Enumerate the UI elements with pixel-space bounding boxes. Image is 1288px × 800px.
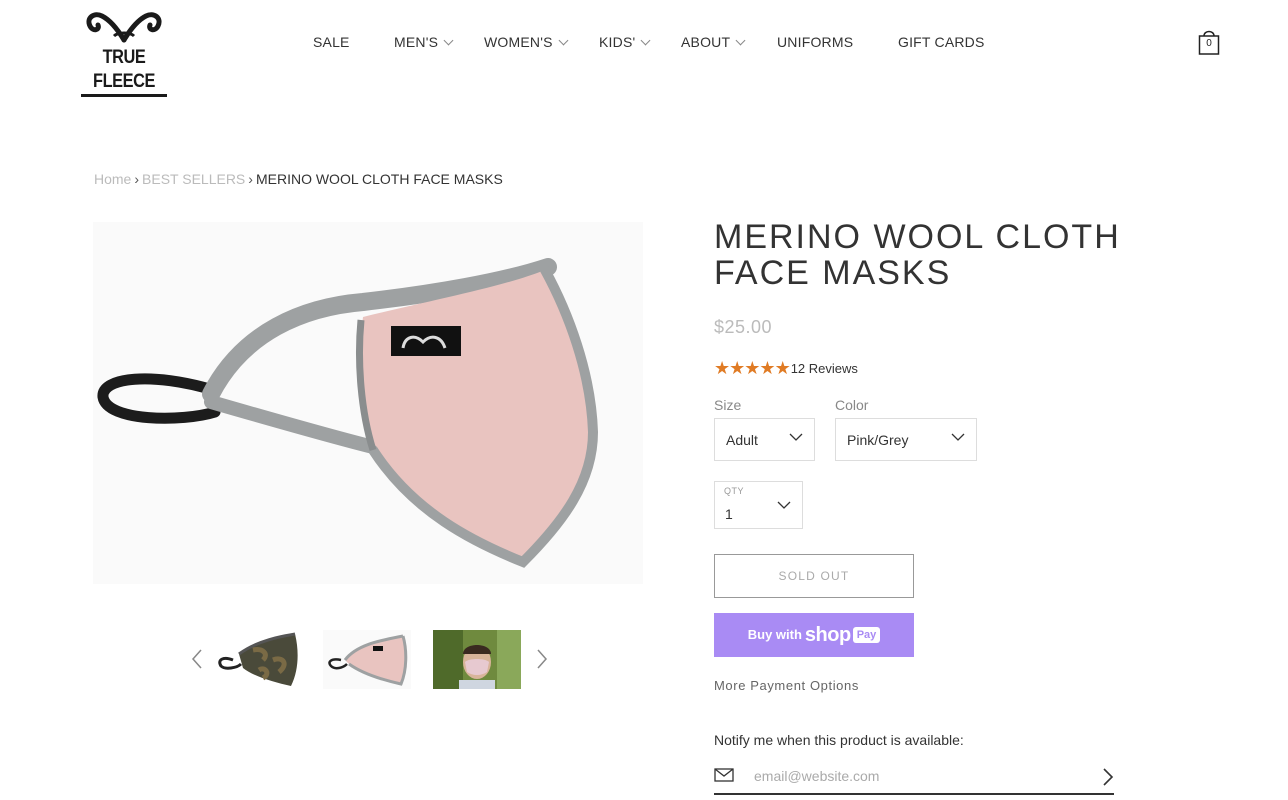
nav-item-gift-cards[interactable]: GIFT CARDS — [898, 31, 985, 53]
cart-count: 0 — [1206, 38, 1212, 49]
cart-button[interactable]: 0 — [1198, 28, 1220, 56]
star-icon: ★ — [759, 358, 775, 378]
shop-pay-button[interactable]: Buy with shop Pay — [714, 613, 914, 657]
nav-item-label: GIFT CARDS — [898, 34, 985, 50]
nav-item-label: ABOUT — [681, 34, 731, 50]
chevron-down-icon — [777, 501, 791, 509]
ram-horns-icon — [86, 12, 162, 43]
product-rating[interactable]: ★★★★★ 12 Reviews — [714, 358, 858, 379]
breadcrumb-home[interactable]: Home — [94, 171, 131, 187]
nav-item-about[interactable]: ABOUT — [681, 31, 746, 53]
review-count[interactable]: 12 Reviews — [791, 361, 858, 376]
nav-item-label: MEN'S — [394, 34, 439, 50]
color-select[interactable]: Pink/Grey — [835, 418, 977, 461]
star-rating: ★★★★★ — [714, 358, 791, 379]
person-mask-thumbnail — [433, 630, 521, 689]
nav-item-sale[interactable]: SALE — [313, 31, 350, 53]
chevron-left-icon[interactable] — [190, 648, 204, 670]
pink-mask-thumbnail — [323, 630, 411, 689]
nav-item-label: KIDS' — [599, 34, 636, 50]
brand-logo[interactable]: TRUE FLEECE — [74, 6, 174, 97]
thumbnail-2[interactable] — [323, 630, 411, 689]
thumbnail-1[interactable] — [213, 630, 301, 689]
chevron-down-icon — [951, 433, 965, 441]
nav-item-kids[interactable]: KIDS' — [599, 31, 651, 53]
nav-item-label: WOMEN'S — [484, 34, 553, 50]
quantity-value: 1 — [725, 506, 733, 522]
product-main-image[interactable] — [93, 222, 643, 584]
breadcrumb-separator: › — [134, 171, 140, 187]
nav-item-mens[interactable]: MEN'S — [394, 31, 454, 53]
logo-wordmark: TRUE FLEECE — [81, 46, 167, 97]
size-select[interactable]: Adult — [714, 418, 815, 461]
mail-icon — [714, 768, 734, 782]
notify-text: Notify me when this product is available… — [714, 732, 964, 748]
sold-out-button[interactable]: SOLD OUT — [714, 554, 914, 598]
chevron-down-icon — [558, 35, 569, 46]
star-icon: ★ — [714, 358, 730, 378]
nav-item-label: UNIFORMS — [777, 34, 854, 50]
shop-pay-logo: shop — [804, 624, 851, 646]
breadcrumb-category[interactable]: BEST SELLERS — [142, 171, 245, 187]
breadcrumb: Home › BEST SELLERS › MERINO WOOL CLOTH FACE… — [94, 171, 503, 187]
more-payment-options-link[interactable]: More Payment Options — [714, 678, 859, 693]
email-input[interactable] — [754, 764, 1084, 788]
notify-email-form — [714, 762, 1114, 795]
chevron-down-icon — [443, 35, 454, 46]
nav-item-womens[interactable]: WOMEN'S — [484, 31, 569, 53]
camo-mask-thumbnail — [213, 630, 301, 689]
star-icon: ★ — [729, 358, 745, 378]
thumbnail-3[interactable] — [433, 630, 521, 689]
size-label: Size — [714, 397, 742, 413]
site-header: TRUE FLEECE SALE MEN'S WOMEN'S KIDS' ABO… — [0, 0, 1288, 97]
chevron-down-icon — [735, 35, 746, 46]
shop-pay-badge: Pay — [852, 627, 881, 643]
nav-item-uniforms[interactable]: UNIFORMS — [777, 31, 853, 53]
mask-image — [97, 258, 599, 568]
product-price: $25.00 — [714, 317, 773, 337]
chevron-right-icon[interactable] — [535, 648, 549, 670]
shop-pay-buy-with: Buy with — [747, 627, 802, 642]
quantity-select[interactable]: QTY 1 — [714, 481, 803, 529]
chevron-down-icon — [640, 35, 651, 46]
star-icon: ★ — [774, 358, 791, 378]
chevron-down-icon — [789, 433, 803, 441]
star-icon: ★ — [744, 358, 760, 378]
color-label: Color — [835, 397, 869, 413]
color-value: Pink/Grey — [847, 432, 909, 448]
size-value: Adult — [726, 432, 758, 448]
breadcrumb-current: MERINO WOOL CLOTH FACE MASKS — [255, 171, 503, 187]
breadcrumb-separator: › — [248, 171, 253, 187]
chevron-right-icon[interactable] — [1102, 768, 1114, 786]
product-title: MERINO WOOL CLOTH FACE MASKS — [714, 218, 1121, 292]
nav-item-label: SALE — [313, 34, 350, 50]
quantity-label: QTY — [724, 486, 745, 496]
